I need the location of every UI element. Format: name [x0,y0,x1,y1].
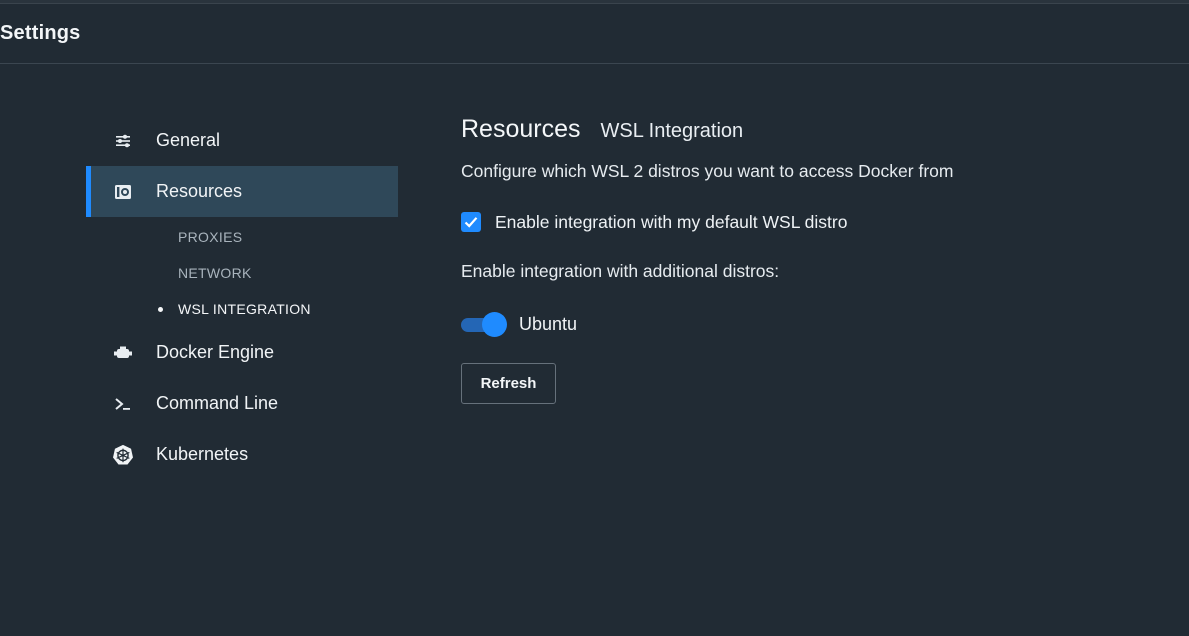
sidebar-item-resources[interactable]: Resources [86,166,398,217]
resources-icon [112,181,134,203]
sidebar-item-general[interactable]: General [86,115,398,166]
current-bullet-icon [158,306,163,312]
sidebar-subitem-proxies[interactable]: PROXIES [86,219,398,255]
sidebar-item-label: Docker Engine [156,342,275,362]
sidebar-subitem-label: PROXIES [178,229,243,245]
sidebar-subitem-label: NETWORK [178,265,252,281]
page-header-title: Settings [0,22,81,44]
engine-icon [112,342,134,364]
sidebar-item-label: Command Line [156,393,279,413]
settings-sidebar: General Resources PROXIES NETWORK WSL IN… [86,115,398,480]
sidebar-item-label: Kubernetes [156,444,249,464]
distro-toggle-row: Ubuntu [461,309,1161,339]
settings-header: Settings [0,4,1189,64]
page-description: Configure which WSL 2 distros you want t… [461,161,954,181]
sidebar-item-label: Resources [156,181,243,201]
sidebar-item-command-line[interactable]: Command Line [86,378,398,429]
page-title: Resources [461,115,581,143]
checkmark-icon [464,217,478,228]
sidebar-subitem-label: WSL INTEGRATION [178,301,311,317]
kubernetes-icon [112,444,134,466]
sidebar-item-kubernetes[interactable]: Kubernetes [86,429,398,480]
default-distro-checkbox[interactable] [461,212,481,232]
title-row: Resources WSL Integration [461,115,1161,151]
refresh-button[interactable]: Refresh [461,363,556,404]
default-distro-row: Enable integration with my default WSL d… [461,210,1161,234]
toggle-knob [482,312,507,337]
additional-distros-label: Enable integration with additional distr… [461,261,780,281]
terminal-icon [112,393,134,415]
sidebar-subitem-wsl-integration[interactable]: WSL INTEGRATION [86,291,398,327]
sidebar-item-label: General [156,130,221,150]
default-distro-label: Enable integration with my default WSL d… [495,211,848,232]
sliders-icon [112,130,134,152]
page-subtitle: WSL Integration [600,120,744,142]
settings-main-panel: Resources WSL Integration Configure whic… [461,115,1161,404]
sidebar-subitem-network[interactable]: NETWORK [86,255,398,291]
sidebar-item-docker-engine[interactable]: Docker Engine [86,327,398,378]
ubuntu-toggle[interactable] [461,312,507,337]
distro-name: Ubuntu [519,313,578,334]
